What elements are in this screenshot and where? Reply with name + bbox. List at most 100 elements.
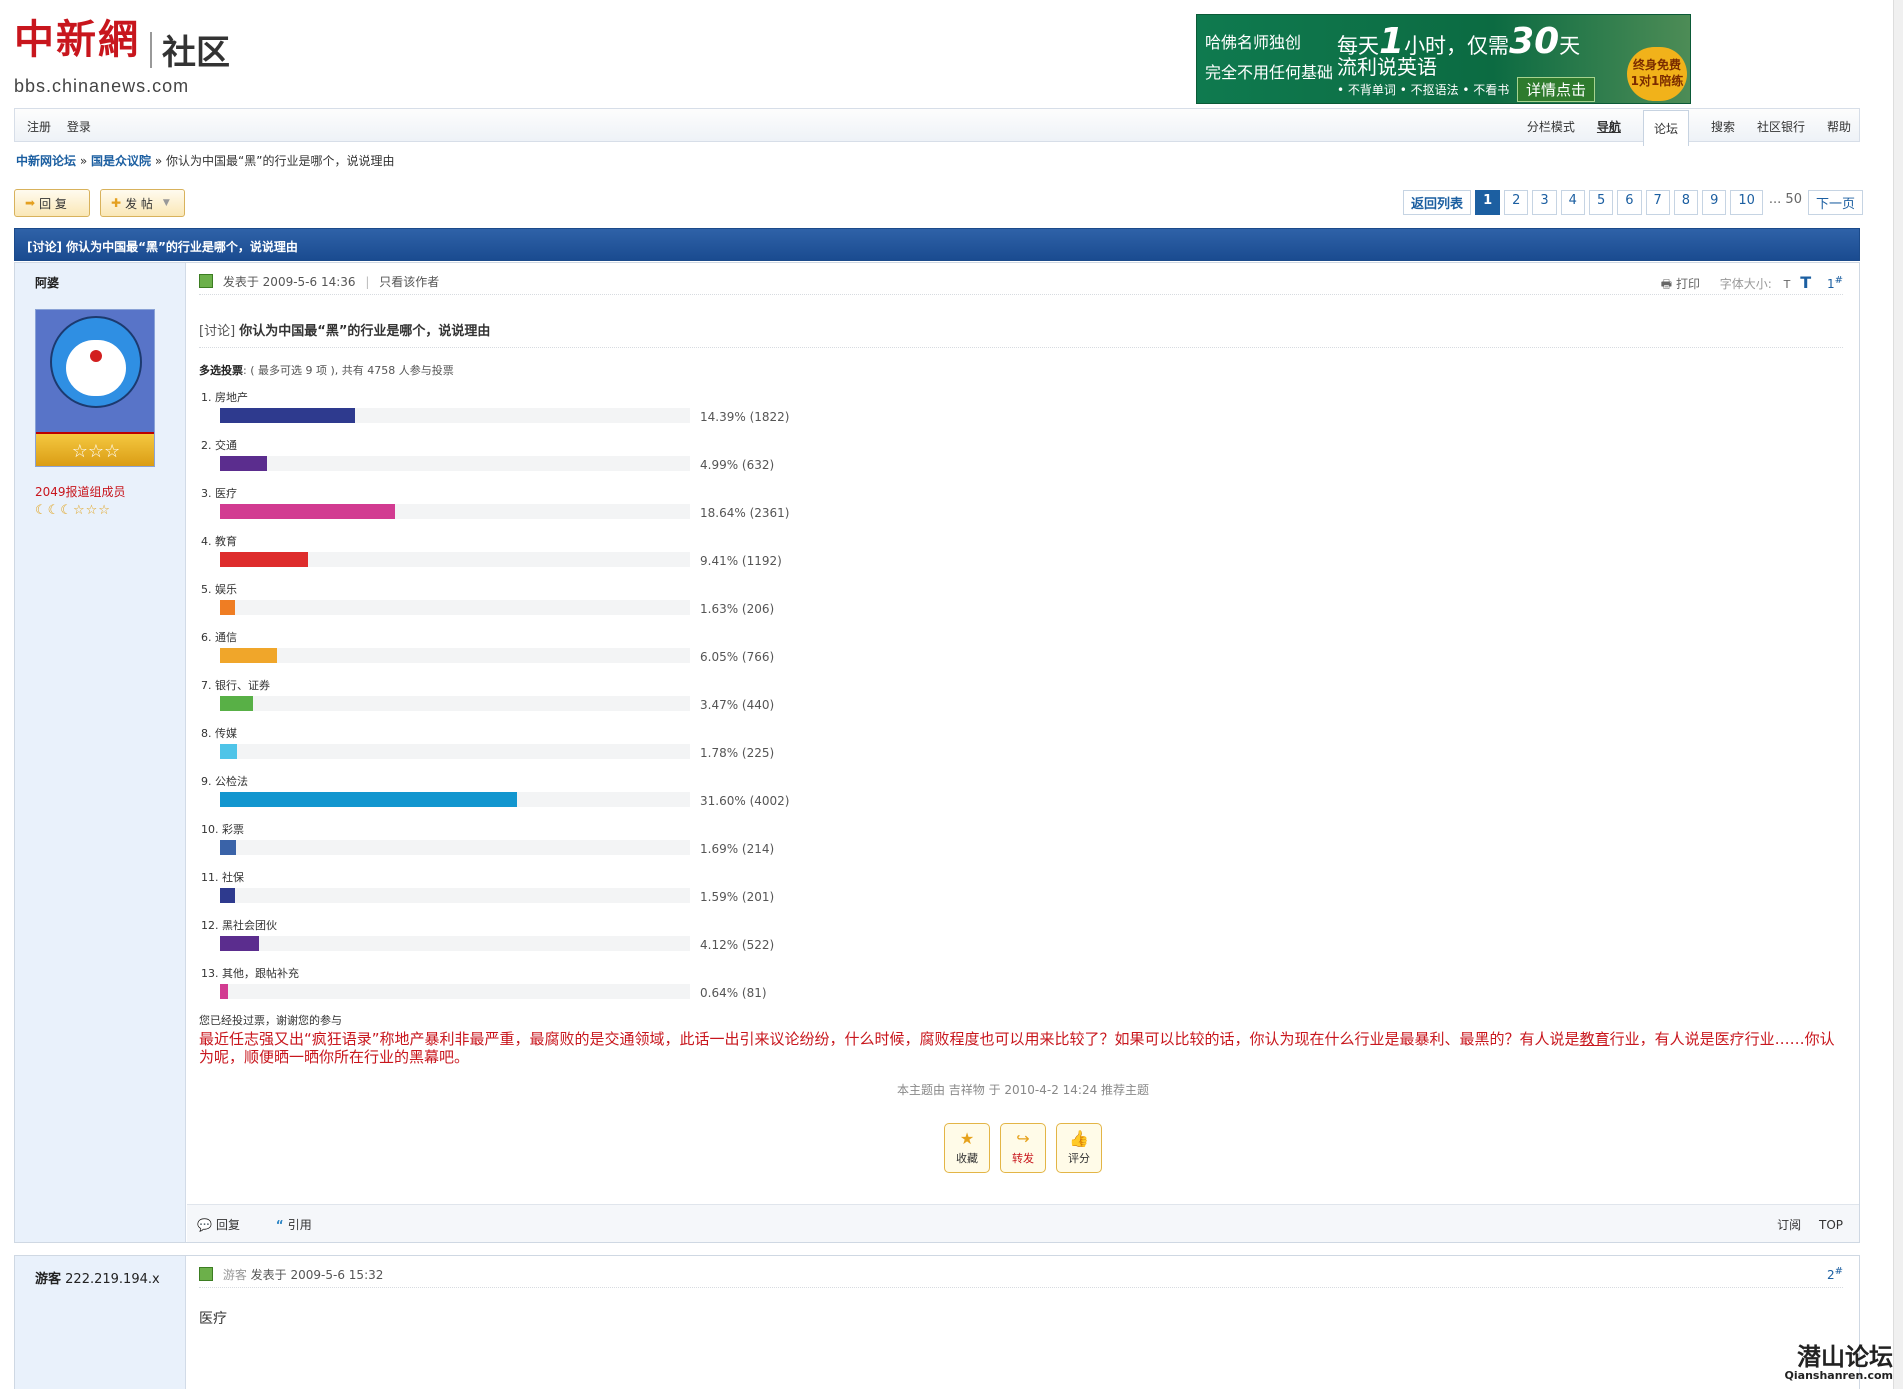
post-1: 阿婆 ☆☆☆ 2049报道组成员 ☾☾☾☆☆☆ 发表于 2009-5-6 14:…: [14, 262, 1860, 1243]
rate-label: 评分: [1068, 1152, 1090, 1165]
pagination: 返回列表 1 2 3 4 5 6 7 8 9 10 ... 50 下一页: [1403, 190, 1863, 215]
subscribe-link[interactable]: 订阅: [1777, 1218, 1801, 1232]
print-link[interactable]: 打印: [1676, 277, 1700, 291]
poll-info: : ( 最多可选 9 项 ), 共有 4758 人参与投票: [243, 364, 454, 377]
nav-split-mode[interactable]: 分栏模式: [1527, 118, 1575, 135]
nav-help[interactable]: 帮助: [1827, 118, 1851, 135]
font-large-button[interactable]: T: [1800, 273, 1811, 292]
only-author-link[interactable]: 只看该作者: [379, 275, 439, 289]
ad-cta-button[interactable]: 详情点击: [1517, 77, 1596, 102]
new-post-button[interactable]: ✚ 发 帖 ▼: [100, 189, 185, 217]
poll-option-label: 9. 公检法: [201, 775, 248, 788]
posted-label: 发表于: [222, 275, 259, 289]
quote-link[interactable]: “引用: [276, 1218, 328, 1232]
poll-option-label: 2. 交通: [201, 439, 237, 452]
poll-header: 多选投票: ( 最多可选 9 项 ), 共有 4758 人参与投票: [199, 362, 454, 378]
poll-option: 13. 其他，跟帖补充 0.64% (81): [199, 965, 839, 1013]
favorite-button[interactable]: ★ 收藏: [944, 1123, 990, 1173]
avatar[interactable]: ☆☆☆: [35, 309, 155, 467]
poll-bar-track: [220, 840, 690, 855]
page-8[interactable]: 8: [1673, 190, 1699, 215]
font-small-button[interactable]: T: [1784, 278, 1791, 291]
page-3[interactable]: 3: [1532, 190, 1557, 215]
ad-line4: 流利说英语: [1337, 55, 1437, 79]
poll-results: 1. 房地产 14.39% (1822) 2. 交通 4.99% (632) 3. 医疗…: [199, 389, 839, 1013]
breadcrumb-forum[interactable]: 中新网论坛: [16, 154, 76, 168]
voted-message: 您已经投过票，谢谢您的参与: [199, 1014, 342, 1027]
page-5[interactable]: 5: [1588, 190, 1614, 215]
scrollbar[interactable]: [1893, 0, 1903, 1389]
poll-bar-track: [220, 552, 690, 567]
poll-option-label: 4. 教育: [201, 535, 237, 548]
register-link[interactable]: 注册: [27, 120, 51, 134]
nav-search[interactable]: 搜索: [1711, 118, 1735, 135]
info-divider: |: [365, 275, 370, 289]
page-1[interactable]: 1: [1475, 190, 1501, 215]
nav-navigation[interactable]: 导航: [1597, 118, 1621, 135]
recommend-note: 本主题由 吉祥物 于 2010-4-2 14:24 推荐主题: [896, 1083, 1150, 1097]
poll-option-label: 6. 通信: [201, 631, 237, 644]
page-4[interactable]: 4: [1560, 190, 1585, 215]
poll-bar: [220, 936, 259, 951]
post-title-tag: [讨论]: [199, 324, 236, 339]
guest-author: 游客 222.219.194.x: [35, 1272, 160, 1287]
site-logo[interactable]: 中新網 社区 bbs.chinanews.com: [14, 18, 244, 97]
favorite-label: 收藏: [956, 1152, 978, 1165]
rate-button[interactable]: 👍 评分: [1056, 1123, 1102, 1173]
poll-option: 10. 彩票 1.69% (214): [199, 821, 839, 869]
poll-option-label: 5. 娱乐: [201, 583, 237, 596]
avatar-face-inner: [66, 340, 126, 396]
nav-forum[interactable]: 论坛: [1642, 110, 1689, 146]
back-to-list-button[interactable]: 返回列表: [1403, 190, 1472, 215]
guest-label: 游客: [222, 1268, 247, 1282]
author-panel: 阿婆 ☆☆☆ 2049报道组成员 ☾☾☾☆☆☆: [15, 263, 186, 1242]
speech-bubble-icon: 💬: [197, 1218, 212, 1232]
login-link[interactable]: 登录: [67, 120, 91, 134]
breadcrumb-current: 你认为中国最“黑”的行业是哪个，说说理由: [166, 154, 395, 168]
poll-percent: 1.78% (225): [700, 746, 775, 760]
poll-percent: 31.60% (4002): [700, 794, 790, 808]
keyword-link[interactable]: 教育: [1580, 1030, 1610, 1048]
page-2[interactable]: 2: [1504, 190, 1529, 215]
page-10[interactable]: 10: [1730, 190, 1763, 215]
author-name[interactable]: 阿婆: [35, 274, 59, 291]
user-level-stars: ☾☾☾☆☆☆: [35, 503, 111, 518]
breadcrumb-sep: »: [154, 154, 163, 168]
next-page-button[interactable]: 下一页: [1807, 190, 1863, 215]
reply-button[interactable]: ➡ 回 复: [14, 189, 90, 217]
breadcrumb-board[interactable]: 国是众议院: [91, 154, 151, 168]
nav-community-bank[interactable]: 社区银行: [1757, 118, 1805, 135]
poll-option: 7. 银行、证券 3.47% (440): [199, 677, 839, 725]
poll-percent: 14.39% (1822): [700, 410, 790, 424]
top-link[interactable]: TOP: [1819, 1218, 1843, 1232]
reply-content: 医疗: [199, 1311, 227, 1327]
poll-option-label: 1. 房地产: [201, 391, 248, 404]
logo-divider: [150, 31, 152, 68]
page-9[interactable]: 9: [1702, 190, 1727, 215]
page-last[interactable]: ... 50: [1766, 190, 1804, 215]
poll-percent: 1.63% (206): [700, 602, 775, 616]
thread-title-bar: [讨论] 你认为中国最“黑”的行业是哪个，说说理由: [14, 228, 1860, 261]
author-panel: 游客 222.219.194.x: [15, 1256, 186, 1389]
post-actions: ★ 收藏 ↪ 转发 👍 评分: [187, 1123, 1859, 1173]
guest-ip: 222.219.194.x: [65, 1272, 160, 1287]
poll-type: 多选投票: [199, 364, 243, 377]
page-6[interactable]: 6: [1617, 190, 1642, 215]
banner-ad[interactable]: 哈佛名师独创 完全不用任何基础 每天1小时，仅需30天 流利说英语 • 不背单词…: [1196, 14, 1691, 104]
floor-number[interactable]: 2#: [1827, 1266, 1843, 1282]
poll-option: 11. 社保 1.59% (201): [199, 869, 839, 917]
poll-bar: [220, 984, 228, 999]
ad-seal: 终身免费 1对1陪练: [1627, 47, 1687, 101]
floor-number[interactable]: 1#: [1827, 275, 1843, 291]
poll-percent: 4.12% (522): [700, 938, 775, 952]
page-7[interactable]: 7: [1645, 190, 1670, 215]
share-button[interactable]: ↪ 转发: [1000, 1123, 1046, 1173]
print-icon[interactable]: 🖶: [1661, 277, 1672, 291]
poll-bar: [220, 552, 308, 567]
font-size-label: 字体大小:: [1719, 277, 1772, 291]
posted-label: 发表于: [250, 1268, 287, 1282]
reply-link[interactable]: 💬 回复: [197, 1218, 256, 1232]
avatar-nose: [90, 350, 102, 362]
poll-percent: 3.47% (440): [700, 698, 775, 712]
poll-percent: 18.64% (2361): [700, 506, 790, 520]
